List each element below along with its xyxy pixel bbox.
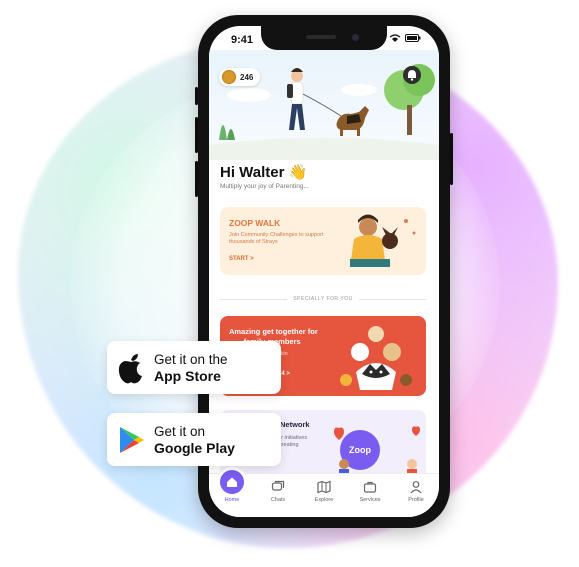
home-icon	[220, 470, 244, 494]
chats-icon	[271, 480, 285, 491]
hero-illustration: 246	[209, 50, 439, 160]
divider-line-right	[358, 298, 427, 300]
tab-services-label: Services	[359, 497, 381, 503]
coin-count: 246	[240, 72, 254, 82]
power-button	[450, 133, 453, 185]
coin-icon	[222, 70, 236, 84]
speaker-grille	[306, 35, 336, 39]
person-hugging-dog-illustration	[350, 214, 416, 267]
tab-home-label: Home	[224, 497, 240, 503]
dogs-group-illustration	[340, 326, 412, 390]
greeting-title: Hi Walter 👋	[220, 164, 308, 181]
volume-down-button	[195, 161, 198, 197]
app-store-line2: App Store	[154, 367, 221, 384]
app-store-badge[interactable]: Get it on the App Store	[107, 341, 281, 394]
volume-up-button	[195, 117, 198, 153]
map-icon	[317, 480, 331, 494]
app-store-line1: Get it on the	[154, 351, 228, 367]
greeting-subtitle: Multiply your joy of Parenting...	[220, 183, 309, 190]
tab-chats[interactable]: Chats	[258, 480, 298, 503]
wifi-icon	[389, 34, 401, 42]
phone-notch	[261, 26, 387, 50]
notification-bell-icon[interactable]	[403, 66, 421, 84]
divider-line-left	[220, 298, 288, 300]
google-play-icon	[120, 426, 144, 453]
zoop-walk-start-link[interactable]: START >	[229, 256, 254, 262]
tab-services[interactable]: Services	[350, 480, 390, 503]
apple-icon	[118, 353, 142, 383]
tab-explore-label: Explore	[314, 497, 334, 503]
zoop-walk-card[interactable]: ZOOP WALK Join Community Challenges to s…	[220, 207, 426, 275]
front-camera	[352, 34, 359, 41]
zoop-walk-title: ZOOP WALK	[229, 218, 281, 228]
tab-explore[interactable]: Explore	[304, 480, 344, 503]
coin-balance[interactable]: 246	[219, 68, 261, 86]
section-divider: SPECIALLY FOR YOU	[220, 294, 427, 304]
community-hearts-illustration	[334, 426, 420, 479]
tab-chats-label: Chats	[270, 497, 286, 503]
services-icon	[363, 481, 377, 493]
tab-profile[interactable]: Profile	[396, 480, 436, 503]
profile-icon	[410, 481, 422, 494]
google-play-line2: Google Play	[154, 439, 235, 456]
google-play-line1: Get it on	[154, 423, 206, 439]
mute-switch	[195, 87, 198, 105]
tab-profile-label: Profile	[408, 497, 424, 503]
battery-icon	[405, 34, 421, 42]
section-label: SPECIALLY FOR YOU	[293, 296, 353, 302]
tab-home[interactable]: Home	[212, 470, 252, 503]
bottom-tab-bar: Home Chats Explore Services Profile	[209, 470, 439, 517]
zoop-walk-description: Join Community Challenges to support tho…	[229, 232, 324, 245]
status-time: 9:41	[231, 34, 254, 46]
status-icons	[389, 34, 421, 42]
google-play-badge[interactable]: Get it on Google Play	[107, 413, 281, 466]
